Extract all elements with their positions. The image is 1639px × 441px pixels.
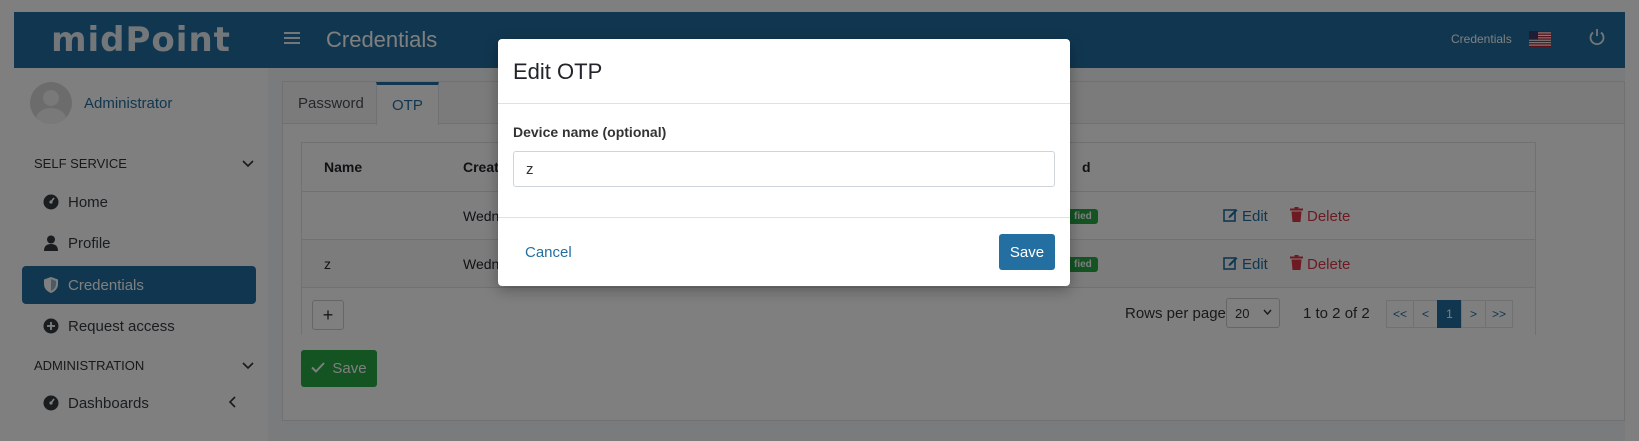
device-name-label: Device name (optional) <box>513 124 667 140</box>
modal-footer: Cancel Save <box>498 217 1070 286</box>
edit-otp-dialog: Edit OTP Device name (optional) Cancel S… <box>498 39 1070 286</box>
modal-title: Edit OTP <box>513 59 603 84</box>
device-name-input[interactable] <box>513 151 1055 187</box>
modal-header: Edit OTP <box>498 39 1070 104</box>
cancel-button[interactable]: Cancel <box>525 244 572 261</box>
modal-save-button[interactable]: Save <box>999 234 1055 270</box>
